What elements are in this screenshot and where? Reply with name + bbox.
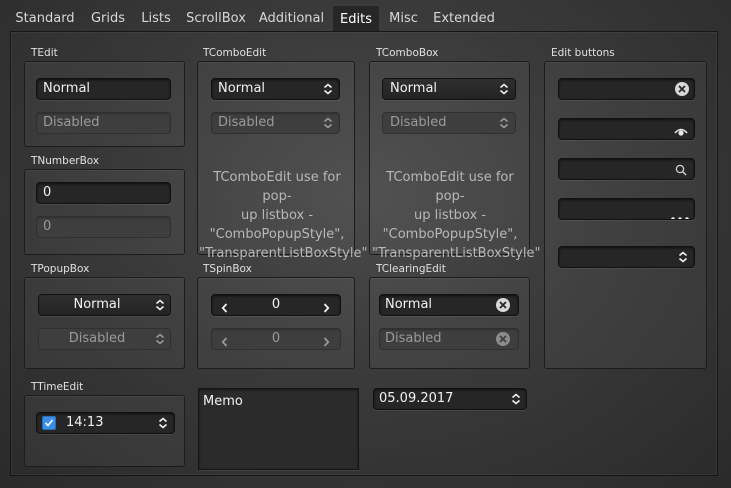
tcombobox-note-line: "ComboPopupStyle", [382,227,518,242]
tcomboedit-note-line: up listbox - [240,208,314,223]
tnumberbox-disabled-value: 0 [43,219,52,234]
tnumberbox-label: TNumberBox [31,155,100,167]
up-down-arrows-icon [155,299,165,311]
up-down-arrows-icon[interactable] [511,393,521,405]
tcomboedit-note-line: "TransparentListBoxStyle" [199,246,368,261]
password-button-edit[interactable] [558,118,695,140]
up-down-arrows-icon[interactable] [323,83,333,95]
tcomboedit-normal-value: Normal [218,81,266,96]
clear-icon[interactable] [496,298,510,312]
tpopupbox-label: TPopupBox [31,263,90,275]
tnumberbox-normal-input[interactable]: 0 [36,182,171,204]
tpopupbox-group [24,277,185,369]
tedit-normal-input[interactable]: Normal [36,78,171,100]
chevron-left-icon [221,334,228,349]
tpopupbox-normal[interactable]: Normal [38,294,171,316]
tspinbox-disabled: 0 [211,328,341,350]
checkbox-checked-icon[interactable] [42,416,56,430]
ttimeedit-label: TTimeEdit [31,381,84,393]
tclearingedit-normal-input[interactable]: Normal [379,294,519,316]
tcombobox-normal-value: Normal [390,81,438,96]
tcombobox-note-line: TComboEdit use for pop- [386,170,514,204]
tcombobox-note-line: up listbox - [413,208,487,223]
editbuttons-label: Edit buttons [551,47,615,59]
tab-scrollbox[interactable]: ScrollBox [183,5,249,32]
spin-button-edit[interactable] [558,246,695,268]
tcombobox-label: TComboBox [376,47,439,59]
tab-misc[interactable]: Misc [384,5,423,32]
tcombobox-normal-select[interactable]: Normal [382,78,516,100]
tab-bar: Standard Grids Lists ScrollBox Additiona… [0,0,731,34]
clear-icon[interactable] [675,82,689,96]
tedit-disabled-input: Disabled [36,112,171,134]
tspinbox-label: TSpinBox [203,263,252,275]
tcomboedit-disabled-value: Disabled [218,115,275,130]
memo-value: Memo [203,394,243,409]
search-icon[interactable] [675,163,687,179]
tnumberbox-normal-value: 0 [43,185,52,200]
tedit-group [24,61,185,147]
tedit-label: TEdit [31,47,58,59]
date-edit[interactable]: 05.09.2017 [373,388,527,410]
search-button-edit[interactable] [558,158,695,180]
tcombobox-disabled-value: Disabled [390,115,447,130]
chevron-left-icon[interactable] [221,300,228,315]
up-down-arrows-icon [323,117,333,129]
tab-extended[interactable]: Extended [431,5,497,32]
tab-grids[interactable]: Grids [87,5,129,32]
tab-additional[interactable]: Additional [256,5,327,32]
up-down-arrows-icon[interactable] [158,417,168,429]
tcombobox-note: TComboEdit use for pop- up listbox - "Co… [372,168,541,263]
ttimeedit-input[interactable]: 14:13 [36,412,175,434]
tcomboedit-disabled-input: Disabled [211,112,340,134]
tcomboedit-note-line: TComboEdit use for pop- [213,170,341,204]
tnumberbox-disabled-input: 0 [36,216,171,238]
clear-icon [496,332,510,346]
tcomboedit-label: TComboEdit [203,47,267,59]
up-down-arrows-icon [499,83,509,95]
tcomboedit-note-line: "ComboPopupStyle", [209,227,345,242]
tab-edits[interactable]: Edits [332,5,380,32]
ttimeedit-value: 14:13 [66,415,104,430]
tcombobox-disabled-select: Disabled [382,112,516,134]
ellipsis-button-edit[interactable] [558,198,695,220]
memo-textarea[interactable]: Memo [198,388,359,470]
tpopupbox-disabled-value: Disabled [68,331,126,346]
chevron-right-icon [323,334,330,349]
clear-button-edit[interactable] [558,78,695,100]
tedit-disabled-value: Disabled [43,115,100,130]
tspinbox-disabled-value: 0 [271,331,281,346]
tab-standard[interactable]: Standard [11,5,79,32]
tcomboedit-note: TComboEdit use for pop- up listbox - "Co… [199,168,368,263]
tclearingedit-normal-value: Normal [385,297,433,312]
ellipsis-icon[interactable] [671,208,689,219]
chevron-right-icon[interactable] [323,300,330,315]
eye-icon[interactable] [674,124,688,139]
up-down-arrows-icon[interactable] [678,251,688,263]
tclearingedit-disabled-input: Disabled [379,328,519,350]
tclearingedit-disabled-value: Disabled [385,331,442,346]
up-down-arrows-icon [155,333,165,345]
tspinbox-normal[interactable]: 0 [211,294,341,316]
tcomboedit-normal-input[interactable]: Normal [211,78,340,100]
tcombobox-note-line: "TransparentListBoxStyle" [372,246,541,261]
tclearingedit-label: TClearingEdit [376,263,446,275]
tpopupbox-disabled: Disabled [38,328,171,350]
tclearingedit-group [369,277,530,369]
date-edit-value: 05.09.2017 [379,391,454,406]
tspinbox-group [197,277,355,369]
tab-lists[interactable]: Lists [137,5,175,32]
up-down-arrows-icon [499,117,509,129]
tspinbox-normal-value: 0 [271,297,281,312]
tpopupbox-normal-value: Normal [73,297,121,312]
tedit-normal-value: Normal [43,81,91,96]
